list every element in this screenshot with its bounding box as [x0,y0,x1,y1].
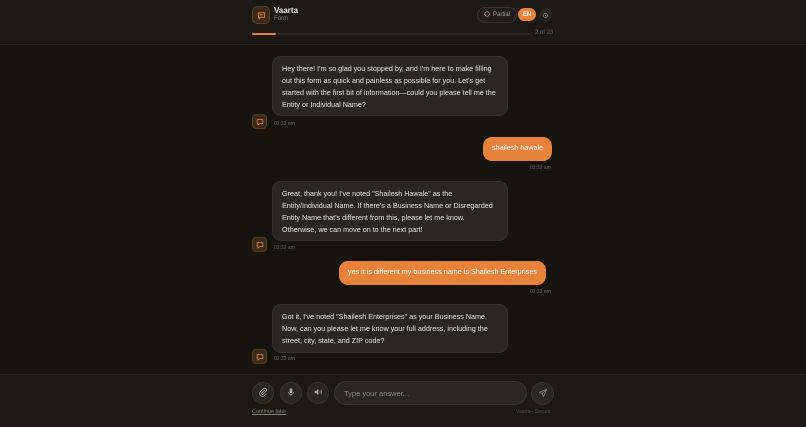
message-time: 02:32 am [530,165,551,171]
brand-name: Vaarta [274,6,299,15]
send-icon [538,385,548,403]
answer-input[interactable] [334,381,527,405]
mic-icon [286,384,296,402]
partial-label: Partial [492,12,510,18]
message-time: 02:32 am [274,245,295,251]
progress-bar [252,33,530,35]
powered-by-text: Vaarta · Secure [516,409,551,415]
language-toggle[interactable]: EN [518,8,536,21]
bot-message: Great, thank you! I've noted "Shailesh H… [272,181,508,241]
bot-message: Hey there! I'm so glad you stopped by, a… [272,56,508,116]
chat-icon [252,6,270,24]
message-time: 02:32 am [274,121,295,127]
send-button[interactable] [531,382,554,405]
voice-button[interactable] [280,382,302,404]
progress-fill [252,33,277,35]
message-time: 02:32 am [530,289,551,295]
bot-avatar [252,349,267,364]
bot-avatar [252,114,267,129]
partial-icon [484,11,490,19]
settings-button[interactable] [539,8,552,21]
progress-text: 2 of 23 [535,30,554,36]
attach-button[interactable] [252,382,274,404]
bot-message: Got it, I've noted "Shailesh Enterprises… [272,304,508,353]
speaker-button[interactable] [307,382,329,404]
partial-button[interactable]: Partial [477,7,517,23]
paperclip-icon [258,384,268,402]
header: Vaarta Form Partial EN 2 of 23 [0,0,806,45]
speaker-icon [313,384,323,402]
bot-avatar [252,237,267,252]
user-message: yes it is different my business name is … [339,261,546,285]
user-message: shailesh hawale [483,137,553,161]
continue-later-link[interactable]: Continue later [252,409,286,415]
settings-icon [542,6,549,24]
message-time: 02:32 am [274,356,295,362]
form-subtitle: Form [274,16,288,22]
